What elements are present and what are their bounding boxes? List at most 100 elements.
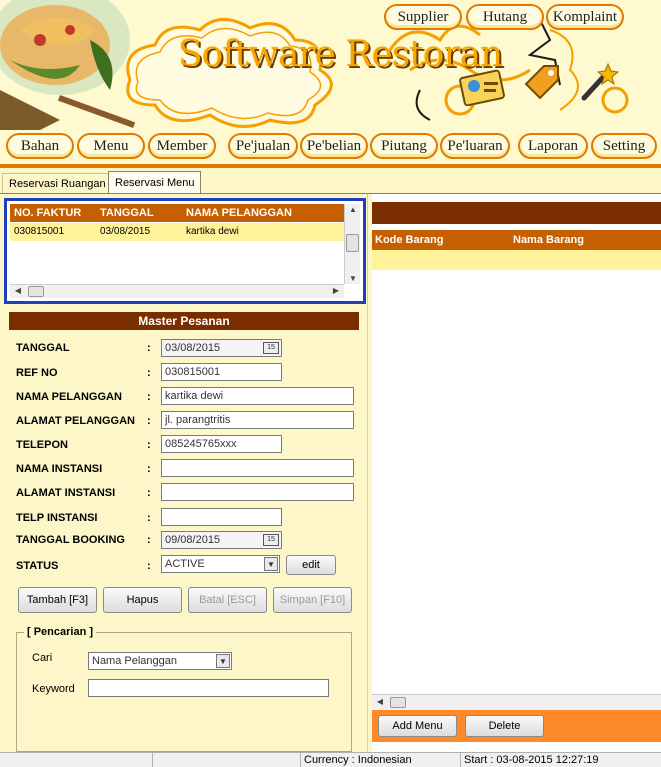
- label-alamat-pelanggan: ALAMAT PELANGGAN: [16, 415, 135, 427]
- colon: :: [147, 534, 151, 546]
- search-legend: [ Pencarian ]: [24, 626, 97, 638]
- items-horizontal-scrollbar[interactable]: ◀: [372, 694, 661, 710]
- tambah-button[interactable]: Tambah [F3]: [18, 587, 97, 613]
- grid-horizontal-scrollbar[interactable]: ◀ ▶: [10, 284, 344, 298]
- magic-wand-icon: [581, 62, 620, 101]
- scroll-thumb[interactable]: [28, 286, 44, 297]
- cari-value: Nama Pelanggan: [92, 655, 178, 667]
- ref-no-field[interactable]: 030815001: [161, 363, 282, 381]
- menu-pengeluaran-button[interactable]: Pe'luaran: [440, 133, 510, 159]
- master-pesanan-title: Master Pesanan: [9, 312, 359, 330]
- tab-reservasi-menu[interactable]: Reservasi Menu: [108, 171, 202, 193]
- edit-status-button[interactable]: edit: [286, 555, 336, 575]
- grid-vertical-scrollbar[interactable]: ▲ ▼: [344, 204, 360, 284]
- items-panel-title-bar: [372, 202, 661, 224]
- scroll-down-arrow-icon[interactable]: ▼: [345, 274, 361, 283]
- simpan-button[interactable]: Simpan [F10]: [273, 587, 352, 613]
- label-alamat-instansi: ALAMAT INSTANSI: [16, 487, 116, 499]
- telp-instansi-field[interactable]: [161, 508, 282, 526]
- status-start-time: Start : 03-08-2015 12:27:19: [460, 753, 661, 767]
- col-kode-barang[interactable]: Kode Barang: [375, 234, 443, 246]
- cell-no-faktur: 030815001: [14, 226, 65, 237]
- items-footer: Add Menu Delete: [372, 710, 661, 742]
- tab-reservasi-ruangan[interactable]: Reservasi Ruangan: [2, 173, 113, 193]
- label-telp-instansi: TELP INSTANSI: [16, 512, 98, 524]
- label-status: STATUS: [16, 560, 59, 572]
- tanggal-booking-date-picker[interactable]: 09/08/2015 15: [161, 531, 282, 549]
- scroll-thumb[interactable]: [390, 697, 406, 708]
- app-header: Software Restoran Supplier Hutang Kompla…: [0, 0, 661, 168]
- scroll-right-arrow-icon[interactable]: ▶: [328, 286, 344, 295]
- colon: :: [147, 439, 151, 451]
- nama-pelanggan-field[interactable]: kartika dewi: [161, 387, 354, 405]
- id-card-icon: [459, 69, 505, 106]
- table-row[interactable]: 030815001 03/08/2015 kartika dewi: [10, 223, 344, 241]
- menu-pembelian-button[interactable]: Pe'belian: [300, 133, 368, 159]
- colon: :: [147, 367, 151, 379]
- supplier-button[interactable]: Supplier: [384, 4, 462, 30]
- add-menu-button[interactable]: Add Menu: [378, 715, 457, 737]
- calendar-icon[interactable]: 15: [263, 342, 279, 354]
- status-currency: Currency : Indonesian: [300, 753, 460, 767]
- chevron-down-icon[interactable]: ▼: [264, 557, 278, 571]
- alamat-instansi-field[interactable]: [161, 483, 354, 501]
- keyword-input[interactable]: [88, 679, 329, 697]
- cell-nama-pelanggan: kartika dewi: [186, 226, 239, 237]
- col-nama-pelanggan[interactable]: NAMA PELANGGAN: [186, 207, 292, 219]
- col-tanggal[interactable]: TANGGAL: [100, 207, 154, 219]
- scroll-up-arrow-icon[interactable]: ▲: [345, 205, 361, 214]
- label-tanggal: TANGGAL: [16, 342, 70, 354]
- status-value: ACTIVE: [165, 558, 205, 570]
- menu-piutang-button[interactable]: Piutang: [370, 133, 438, 159]
- menu-penjualan-button[interactable]: Pe'jualan: [228, 133, 298, 159]
- right-panel: Kode Barang Nama Barang ◀ Add Menu Delet…: [372, 194, 661, 752]
- komplaint-button[interactable]: Komplaint: [546, 4, 624, 30]
- tanggal-value: 03/08/2015: [165, 342, 221, 354]
- cari-select[interactable]: Nama Pelanggan ▼: [88, 652, 232, 670]
- col-no-faktur[interactable]: NO. FAKTUR: [14, 207, 81, 219]
- tab-strip: Reservasi Ruangan Reservasi Menu: [0, 168, 661, 194]
- price-tag-icon: [524, 65, 559, 100]
- menu-laporan-button[interactable]: Laporan: [518, 133, 588, 159]
- colon: :: [147, 391, 151, 403]
- scroll-thumb[interactable]: [346, 234, 359, 252]
- colon: :: [147, 560, 151, 572]
- label-nama-instansi: NAMA INSTANSI: [16, 463, 103, 475]
- menu-bahan-button[interactable]: Bahan: [6, 133, 74, 159]
- label-nama-pelanggan: NAMA PELANGGAN: [16, 391, 122, 403]
- label-ref-no: REF NO: [16, 367, 58, 379]
- cell-tanggal: 03/08/2015: [100, 226, 151, 237]
- calendar-icon[interactable]: 15: [263, 534, 279, 546]
- menu-member-button[interactable]: Member: [148, 133, 216, 159]
- hapus-button[interactable]: Hapus: [103, 587, 182, 613]
- table-row[interactable]: [372, 250, 661, 270]
- reservation-grid-header: NO. FAKTUR TANGGAL NAMA PELANGGAN: [10, 204, 344, 222]
- menu-setting-button[interactable]: Setting: [591, 133, 657, 159]
- scroll-left-arrow-icon[interactable]: ◀: [372, 697, 388, 706]
- colon: :: [147, 415, 151, 427]
- telepon-field[interactable]: 085245765xxx: [161, 435, 282, 453]
- keyword-label: Keyword: [32, 683, 75, 695]
- tanggal-date-picker[interactable]: 03/08/2015 15: [161, 339, 282, 357]
- colon: :: [147, 487, 151, 499]
- label-tanggal-booking: TANGGAL BOOKING: [16, 534, 125, 546]
- colon: :: [147, 512, 151, 524]
- nama-instansi-field[interactable]: [161, 459, 354, 477]
- batal-button[interactable]: Batal [ESC]: [188, 587, 267, 613]
- chevron-down-icon[interactable]: ▼: [216, 654, 230, 668]
- delete-button[interactable]: Delete: [465, 715, 544, 737]
- colon: :: [147, 342, 151, 354]
- menu-menu-button[interactable]: Menu: [77, 133, 145, 159]
- scroll-left-arrow-icon[interactable]: ◀: [10, 286, 26, 295]
- hutang-button[interactable]: Hutang: [466, 4, 544, 30]
- col-nama-barang[interactable]: Nama Barang: [513, 234, 584, 246]
- cari-label: Cari: [32, 652, 53, 664]
- tanggal-booking-value: 09/08/2015: [165, 534, 221, 546]
- app-title: Software Restoran: [178, 34, 503, 75]
- left-panel: NO. FAKTUR TANGGAL NAMA PELANGGAN 030815…: [0, 194, 368, 752]
- status-bar: Currency : Indonesian Start : 03-08-2015…: [0, 752, 661, 767]
- alamat-pelanggan-field[interactable]: jl. parangtritis: [161, 411, 354, 429]
- reservation-grid[interactable]: NO. FAKTUR TANGGAL NAMA PELANGGAN 030815…: [4, 198, 366, 304]
- status-select[interactable]: ACTIVE ▼: [161, 555, 280, 573]
- colon: :: [147, 463, 151, 475]
